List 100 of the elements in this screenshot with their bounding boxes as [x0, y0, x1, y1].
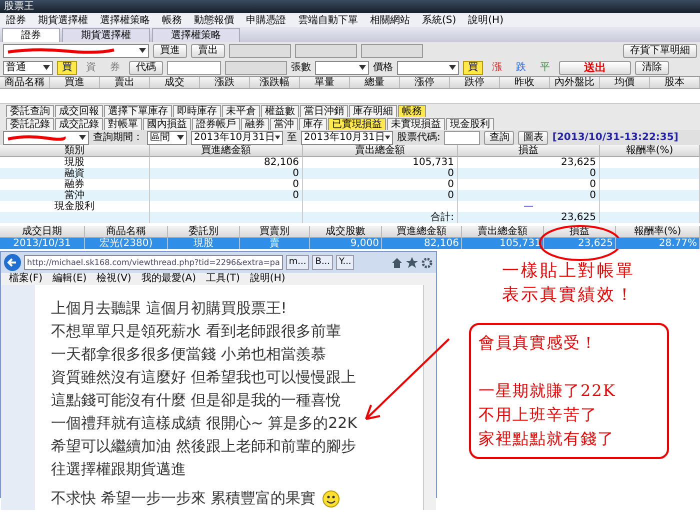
- browser-tab[interactable]: B...: [312, 255, 334, 270]
- send-button[interactable]: 送出: [559, 60, 631, 74]
- callout-text: 不用上班辛苦了: [478, 404, 598, 426]
- tab[interactable]: 已實現損益: [328, 118, 386, 130]
- button[interactable]: 圖表: [518, 130, 548, 144]
- tab[interactable]: 對帳單: [104, 118, 142, 130]
- tab[interactable]: 成交回報: [55, 105, 103, 117]
- window-title: 股票王: [4, 0, 34, 13]
- account-select[interactable]: [3, 130, 89, 144]
- code-field[interactable]: [167, 60, 221, 74]
- settings-icon[interactable]: [421, 256, 433, 268]
- tab[interactable]: 未實現損益: [387, 118, 445, 130]
- menu-item[interactable]: 相關網站: [370, 14, 410, 26]
- tab[interactable]: 選擇下單庫存: [104, 105, 172, 117]
- post-text: 一天都拿很多很多便當錢 小弟也相當羨慕: [51, 344, 326, 365]
- table-cell: 0: [458, 190, 600, 201]
- tab[interactable]: 未平倉: [222, 105, 260, 117]
- menu-item[interactable]: 我的最愛(A): [141, 273, 196, 285]
- redaction-scribble: [6, 134, 66, 142]
- star-icon[interactable]: [406, 256, 418, 268]
- post-text: 資質雖然沒有這麼好 但希望我也可以慢慢跟上: [51, 367, 356, 388]
- side-toggle[interactable]: 資: [81, 60, 101, 74]
- price-field[interactable]: [397, 60, 459, 74]
- tab[interactable]: 證券帳戶: [192, 118, 240, 130]
- start-date-select[interactable]: 2013年10月31日: [191, 130, 283, 144]
- table-cell: 現股: [168, 238, 240, 249]
- tab[interactable]: 庫存: [299, 118, 327, 130]
- menu-item[interactable]: 檔案(F): [9, 273, 43, 285]
- annotation-text: 表示真實績效！: [502, 284, 635, 307]
- tab[interactable]: 委託記錄: [6, 118, 54, 130]
- tab[interactable]: 委託查詢: [6, 105, 54, 117]
- end-date-select[interactable]: 2013年10月31日: [301, 130, 393, 144]
- table-cell: 2013/10/31: [0, 238, 85, 249]
- post-text: 上個月去聽課 這個月初購買股票王!: [51, 298, 287, 319]
- tab[interactable]: 庫存明細: [349, 105, 397, 117]
- menu-item[interactable]: 編輯(E): [52, 273, 87, 285]
- tab[interactable]: 當沖: [270, 118, 298, 130]
- annotation-text: 一樣貼上對帳單: [502, 260, 635, 283]
- tab[interactable]: 帳務: [398, 105, 426, 117]
- column-header: 損益: [458, 145, 600, 157]
- tab[interactable]: 權益數: [261, 105, 299, 117]
- menu-item[interactable]: 檢視(V): [96, 273, 132, 285]
- clear-button[interactable]: 清除: [635, 60, 669, 74]
- price-label: 價格: [373, 62, 393, 74]
- period-select[interactable]: 區間: [147, 130, 187, 144]
- column-header: 均價: [600, 77, 650, 88]
- side-toggle[interactable]: 券: [105, 60, 125, 74]
- account-select[interactable]: [3, 44, 149, 58]
- menu-item[interactable]: 系統(S): [422, 14, 456, 26]
- stock-code-field[interactable]: [444, 130, 480, 144]
- callout-title: 會員真實感受！: [478, 332, 598, 354]
- button[interactable]: 買進: [153, 44, 187, 58]
- tab[interactable]: 融券: [241, 118, 269, 130]
- tab[interactable]: 成交記錄: [55, 118, 103, 130]
- button[interactable]: 查詢: [484, 130, 514, 144]
- price-toggle[interactable]: 跌: [511, 60, 531, 74]
- tab[interactable]: 現金股利: [446, 118, 494, 130]
- column-header: 賣出總金額: [303, 145, 458, 157]
- menu-item[interactable]: 期貨選擇權: [38, 14, 88, 26]
- tab[interactable]: 當日沖銷: [300, 105, 348, 117]
- address-bar[interactable]: http://michael.sk168.com/viewthread.php?tid=2296&extra=pa: [24, 255, 283, 270]
- browser-tab[interactable]: m...: [286, 255, 310, 270]
- side-toggle[interactable]: 買: [57, 60, 77, 74]
- back-button[interactable]: [4, 254, 21, 271]
- menu-item[interactable]: 說明(H): [250, 273, 286, 285]
- menu-item[interactable]: 工具(T): [206, 273, 240, 285]
- column-header: 昨收: [500, 77, 550, 88]
- quantity-field[interactable]: [315, 60, 369, 74]
- tab[interactable]: 選擇權策略: [152, 28, 240, 42]
- table-cell: 宏光(2380): [85, 238, 168, 249]
- column-header: 漲跌: [200, 77, 250, 88]
- order-type-select[interactable]: 普通: [3, 60, 53, 74]
- menu-item[interactable]: 雲端自動下單: [298, 14, 358, 26]
- scrollbar[interactable]: [423, 285, 436, 510]
- home-icon[interactable]: [391, 256, 403, 268]
- table-cell: 9,000: [310, 238, 382, 249]
- column-header: 買賣別: [240, 226, 310, 238]
- detail-button[interactable]: 存貨下單明細: [623, 44, 697, 58]
- menu-item[interactable]: 選擇權策略: [100, 14, 150, 26]
- tab[interactable]: 證券: [2, 28, 60, 42]
- price-toggle[interactable]: 買: [463, 60, 483, 74]
- code-button[interactable]: 代碼: [129, 60, 163, 74]
- tab[interactable]: 期貨選擇權: [62, 28, 150, 42]
- button[interactable]: 賣出: [191, 44, 225, 58]
- menu-item[interactable]: 證券: [6, 14, 26, 26]
- post-text: 一個禮拜就有這樣成績 很開心~ 算是多的22K: [51, 413, 358, 434]
- back-arrow-icon: [7, 257, 18, 268]
- column-header: 賣出: [100, 77, 150, 88]
- column-header: 漲停: [400, 77, 450, 88]
- table-cell: 105,731: [462, 238, 544, 249]
- menu-item[interactable]: 動態報價: [194, 14, 234, 26]
- tab[interactable]: 國內損益: [143, 118, 191, 130]
- menu-item[interactable]: 申購憑證: [246, 14, 286, 26]
- price-toggle[interactable]: 漲: [487, 60, 507, 74]
- column-header: 買進: [50, 77, 100, 88]
- dropdown-arrow-icon: [177, 135, 184, 140]
- browser-tab[interactable]: Y...: [336, 255, 354, 270]
- menu-item[interactable]: 帳務: [162, 14, 182, 26]
- menu-item[interactable]: 說明(H): [468, 14, 504, 26]
- tab[interactable]: 即時庫存: [173, 105, 221, 117]
